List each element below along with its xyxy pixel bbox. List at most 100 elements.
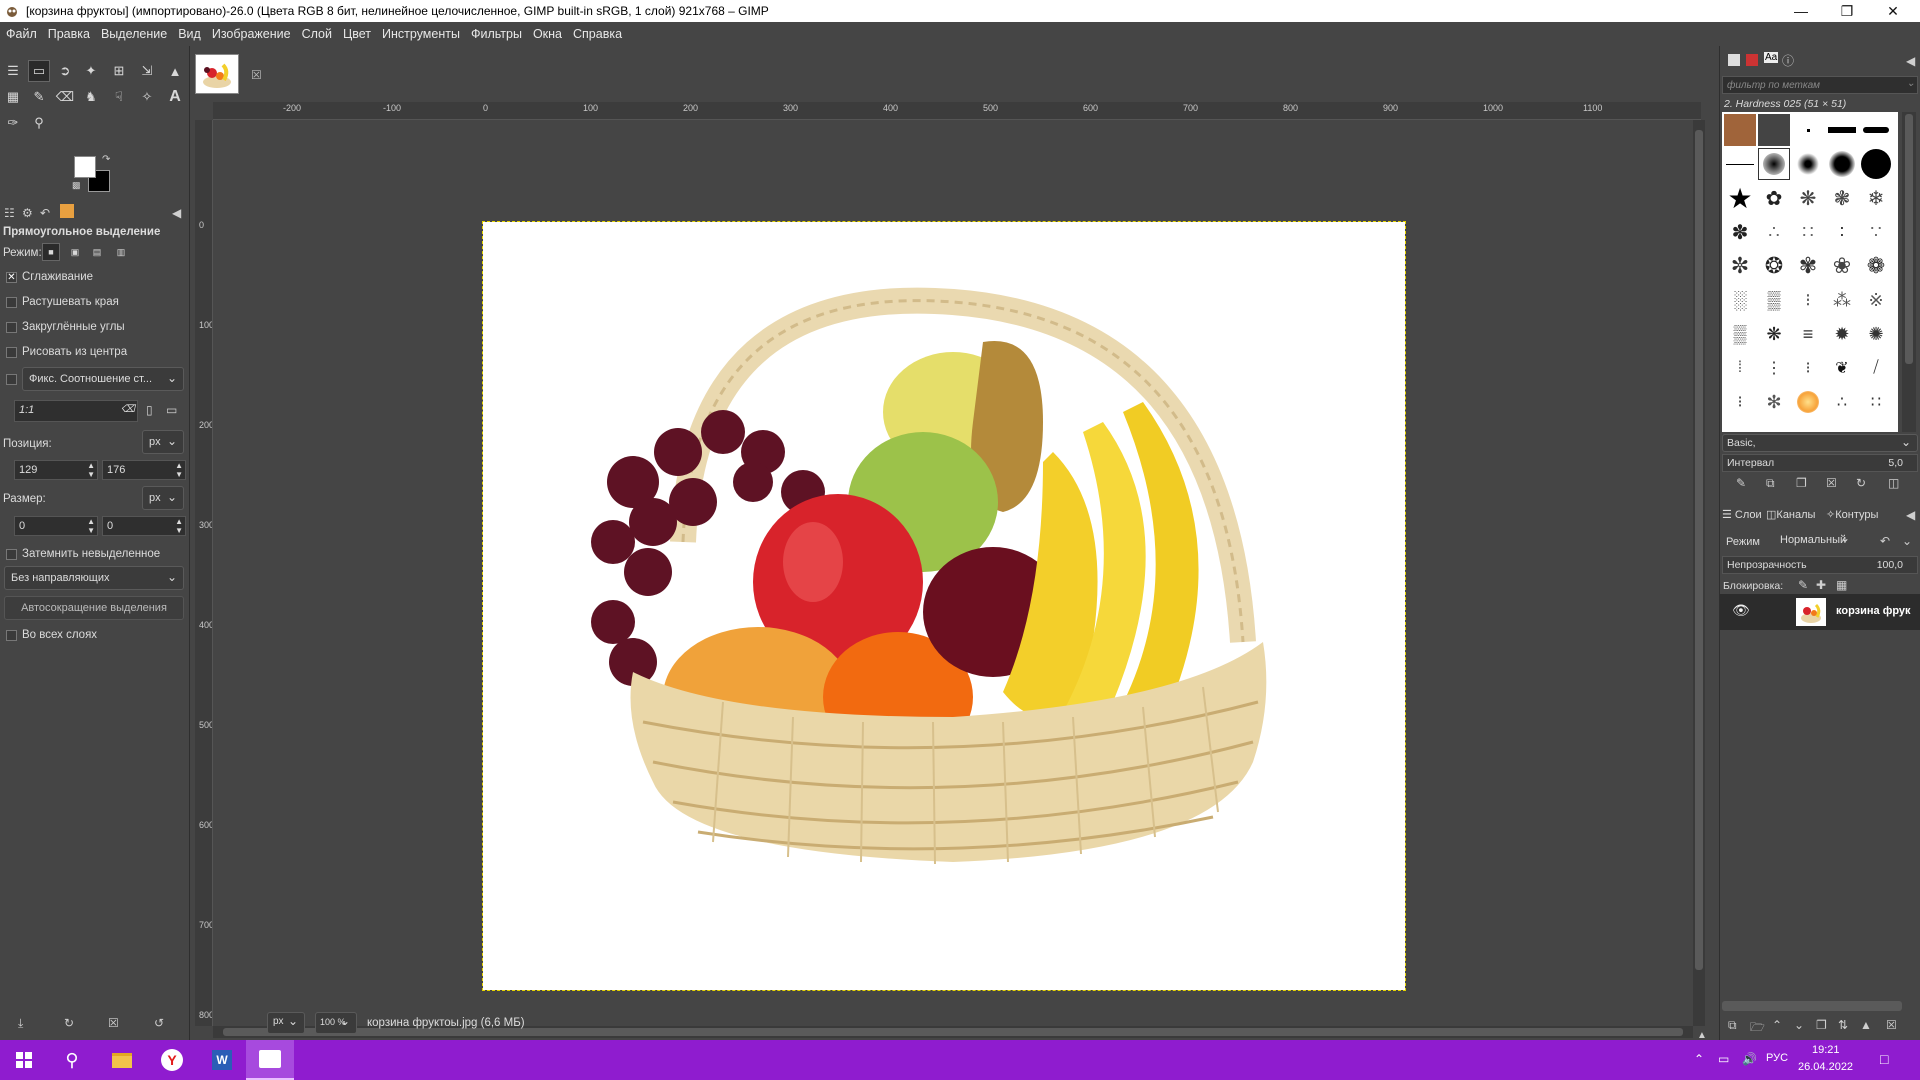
- guides-select[interactable]: Без направляющих ⌄: [4, 566, 184, 590]
- yandex-browser-icon[interactable]: Y: [148, 1040, 196, 1080]
- brush-grid[interactable]: ★ ✿ ❋ ❃ ❄ ✽ ∴ ∷ ∶ ∵ ✼ ❂ ✾ ❀ ❁ ░ ▒ ⁝ ⁂ ※ …: [1722, 112, 1898, 432]
- paintbrush-tool-icon[interactable]: ✎: [28, 86, 50, 108]
- brush-medium-round-icon[interactable]: [1826, 148, 1858, 180]
- paths-tool-icon[interactable]: ✧: [136, 86, 158, 108]
- menu-windows[interactable]: Окна: [533, 27, 562, 41]
- clear-icon[interactable]: ⌫: [121, 405, 135, 415]
- delete-brush-icon[interactable]: ☒: [1826, 476, 1837, 490]
- reset-options-icon[interactable]: ↺: [154, 1016, 164, 1030]
- layer-name[interactable]: корзина фрук: [1836, 605, 1911, 617]
- eraser-tool-icon[interactable]: ⌫: [54, 86, 76, 108]
- size-width-input[interactable]: 0 ▲ ▼: [14, 516, 98, 536]
- image-tab-thumbnail[interactable]: [195, 54, 239, 94]
- foreground-color-swatch[interactable]: [74, 156, 96, 178]
- size-unit-select[interactable]: px ⌄: [142, 486, 184, 510]
- chevron-down-icon[interactable]: ⌄: [1902, 534, 1912, 548]
- duplicate-brush-icon[interactable]: ❐: [1796, 476, 1807, 490]
- menu-select[interactable]: Выделение: [101, 27, 167, 41]
- notifications-icon[interactable]: □: [1880, 1051, 1888, 1067]
- brush-grunge-icon[interactable]: ✹: [1826, 318, 1858, 350]
- brush-grass-icon[interactable]: ⋮: [1758, 352, 1790, 384]
- layers-hscroll[interactable]: [1722, 1001, 1902, 1011]
- undo-history-tab-icon[interactable]: ↶: [40, 206, 50, 220]
- layer-row[interactable]: 👁 корзина фрук: [1720, 594, 1920, 630]
- brush-grunge-icon[interactable]: ∷: [1860, 386, 1892, 418]
- brush-grass-icon[interactable]: ⁝: [1792, 352, 1824, 384]
- shade-unselected-checkbox[interactable]: [6, 549, 17, 560]
- brush-star-icon[interactable]: ★: [1724, 182, 1756, 214]
- menu-help[interactable]: Справка: [573, 27, 622, 41]
- image-canvas[interactable]: [482, 221, 1406, 991]
- transform-tool-icon[interactable]: ⇲: [136, 60, 158, 82]
- brush-hatch-icon[interactable]: ⧸: [1860, 352, 1892, 384]
- rounded-corners-checkbox[interactable]: [6, 322, 17, 333]
- spin-arrows-icon[interactable]: ▲ ▼: [87, 461, 95, 479]
- brush-grunge-icon[interactable]: ░: [1724, 284, 1756, 316]
- clock-time[interactable]: 19:21: [1812, 1044, 1840, 1056]
- brush-splatter-icon[interactable]: ❃: [1826, 182, 1858, 214]
- brush-dots-icon[interactable]: ∴: [1758, 216, 1790, 248]
- rect-select-tool-icon[interactable]: ▭: [28, 60, 50, 82]
- portrait-icon[interactable]: ▯: [146, 403, 153, 417]
- brush-dots-icon[interactable]: ∶: [1826, 216, 1858, 248]
- brush-texture-icon[interactable]: [1758, 114, 1790, 146]
- merge-layer-icon[interactable]: ⇅: [1838, 1018, 1848, 1032]
- brush-dots-icon[interactable]: ∵: [1860, 216, 1892, 248]
- fuzzy-select-tool-icon[interactable]: ✦: [80, 60, 102, 82]
- layer-mode-reset-icon[interactable]: ↶: [1880, 534, 1890, 548]
- zoom-select[interactable]: 100 % ⌄: [315, 1012, 357, 1034]
- brush-soft-round-icon[interactable]: [1792, 148, 1824, 180]
- lock-alpha-icon[interactable]: ▦: [1836, 578, 1847, 592]
- scroll-thumb[interactable]: [1695, 130, 1703, 970]
- menu-view[interactable]: Вид: [178, 27, 201, 41]
- mask-layer-icon[interactable]: ▲: [1860, 1018, 1872, 1032]
- opacity-slider[interactable]: Непрозрачность 100,0: [1722, 556, 1918, 574]
- restore-options-icon[interactable]: ↻: [64, 1016, 74, 1030]
- mode-add-icon[interactable]: ▣: [66, 243, 84, 261]
- brush-tag-filter-input[interactable]: фильтр по меткам ⌄: [1722, 76, 1918, 94]
- feather-checkbox[interactable]: [6, 297, 17, 308]
- brush-grunge-icon[interactable]: ✺: [1860, 318, 1892, 350]
- mode-replace-icon[interactable]: ■: [42, 243, 60, 261]
- gimp-taskbar-icon[interactable]: [246, 1040, 294, 1080]
- tool-options-tab-icon[interactable]: ☷: [4, 206, 15, 220]
- brush-grunge-icon[interactable]: ▒: [1758, 284, 1790, 316]
- mode-subtract-icon[interactable]: ▤: [88, 243, 106, 261]
- language-indicator[interactable]: РУС: [1766, 1052, 1788, 1064]
- brush-texture-icon[interactable]: ❂: [1758, 250, 1790, 282]
- fixed-mode-select[interactable]: Фикс. Соотношение ст... ⌄: [22, 367, 184, 391]
- brush-scrollbar[interactable]: [1902, 112, 1916, 432]
- configure-dock-icon[interactable]: ◀: [1906, 54, 1915, 68]
- delete-layer-icon[interactable]: ☒: [1886, 1018, 1897, 1032]
- vertical-scrollbar[interactable]: [1693, 120, 1705, 1026]
- warp-tool-icon[interactable]: ▲: [164, 60, 186, 82]
- open-brush-icon[interactable]: ◫: [1888, 476, 1899, 490]
- menu-file[interactable]: Файл: [6, 27, 37, 41]
- new-layer-icon[interactable]: ⧉: [1728, 1018, 1737, 1033]
- menu-edit[interactable]: Правка: [48, 27, 90, 41]
- brush-pixel-icon[interactable]: [1792, 114, 1824, 146]
- tab-layers[interactable]: ☰ Слои: [1722, 508, 1762, 521]
- patterns-tab-icon[interactable]: [1746, 54, 1758, 66]
- visibility-eye-icon[interactable]: 👁: [1732, 602, 1750, 619]
- position-unit-select[interactable]: px ⌄: [142, 430, 184, 454]
- brush-thin-line-icon[interactable]: [1724, 148, 1756, 180]
- chevron-down-icon[interactable]: ⌄: [1907, 79, 1915, 89]
- position-y-input[interactable]: 176 ▲ ▼: [102, 460, 186, 480]
- lock-position-icon[interactable]: ✚: [1816, 578, 1826, 592]
- brush-grunge-icon[interactable]: ✻: [1758, 386, 1790, 418]
- windows-start-icon[interactable]: [0, 1040, 48, 1080]
- align-tool-icon[interactable]: ☰: [2, 60, 24, 82]
- help-tab-icon[interactable]: ⓘ: [1782, 52, 1794, 69]
- antialias-checkbox[interactable]: ✕: [6, 272, 17, 283]
- brush-splatter-icon[interactable]: ❄: [1860, 182, 1892, 214]
- configure-dock-icon[interactable]: ◀: [1906, 508, 1915, 522]
- smudge-tool-icon[interactable]: ☟: [108, 86, 130, 108]
- duplicate-layer-icon[interactable]: ❐: [1816, 1018, 1827, 1032]
- position-x-input[interactable]: 129 ▲ ▼: [14, 460, 98, 480]
- refresh-brushes-icon[interactable]: ↻: [1856, 476, 1866, 490]
- edit-brush-icon[interactable]: ✎: [1736, 476, 1746, 490]
- brush-preset-select[interactable]: Basic, ⌄: [1722, 434, 1918, 452]
- swap-colors-icon[interactable]: ↷: [102, 154, 110, 165]
- mode-intersect-icon[interactable]: ▥: [112, 243, 130, 261]
